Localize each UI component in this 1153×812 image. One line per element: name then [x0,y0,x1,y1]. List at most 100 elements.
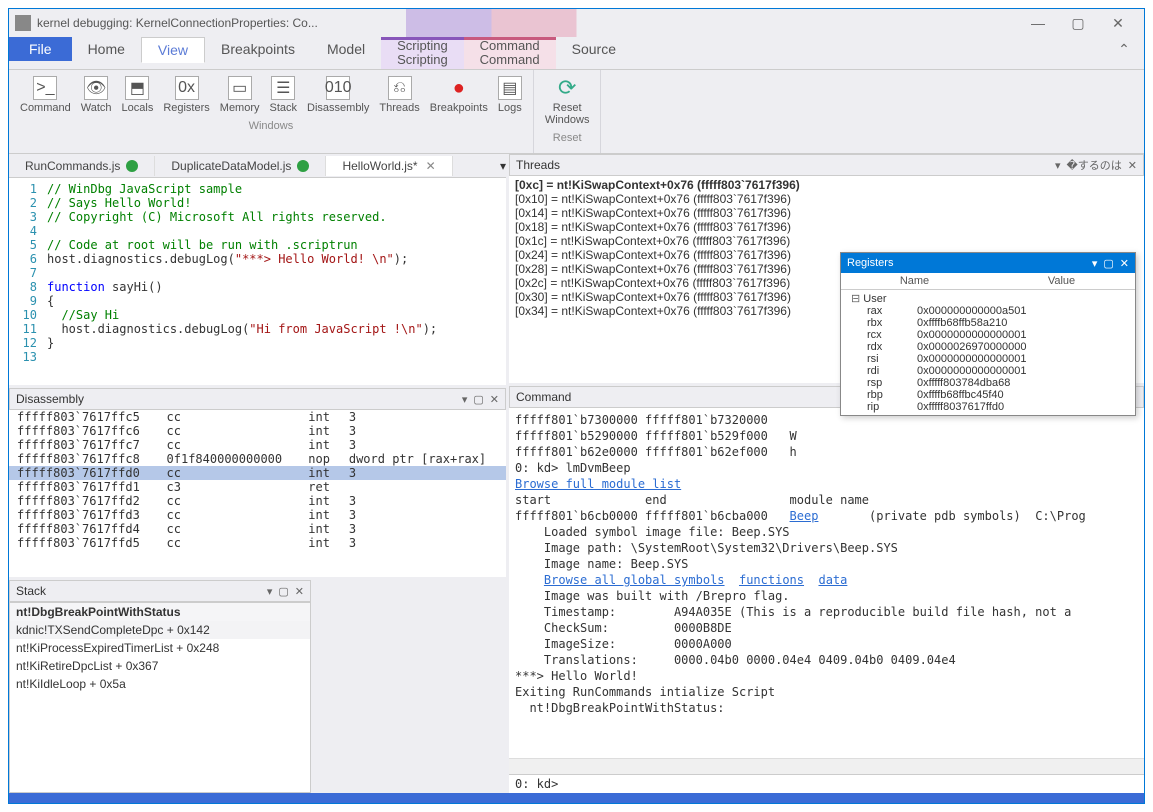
disassembly-row[interactable]: fffff803`7617ffd2ccint3 [9,494,506,508]
disassembly-title: Disassembly [16,392,84,406]
thread-row[interactable]: [0x10] = nt!KiSwapContext+0x76 (fffff803… [515,192,1138,206]
breakpoints-icon: ● [447,76,471,100]
ribbon-disassembly-button[interactable]: 010Disassembly [302,74,374,116]
register-row[interactable]: rbx0xffffb68ffb58a210 [845,317,1131,329]
command-hscroll[interactable] [509,758,1144,774]
threads-header[interactable]: Threads ▾�するのは✕ [509,154,1144,176]
ribbon-breakpoints-button[interactable]: ●Breakpoints [425,74,493,116]
registers-col-name: Name [841,273,988,289]
stack-title: Stack [16,584,46,598]
reset-icon: ⟳ [555,76,579,100]
registers-col-value: Value [988,273,1135,289]
disassembly-row[interactable]: fffff803`7617ffc6ccint3 [9,424,506,438]
tab-command[interactable]: CommandCommand [464,37,556,69]
ribbon-memory-button[interactable]: ▭Memory [215,74,265,116]
ribbon-watch-button[interactable]: 👁Watch [76,74,117,116]
stack-pane[interactable]: nt!DbgBreakPointWithStatuskdnic!TXSendCo… [9,602,311,793]
watch-icon: 👁 [84,76,108,100]
browse-symbols-link[interactable]: Browse all global symbols [544,573,725,587]
document-tab[interactable]: RunCommands.js [9,156,155,176]
ribbon-threads-button[interactable]: ⎌Threads [374,74,424,116]
stack-row[interactable]: nt!KiRetireDpcList + 0x367 [10,657,310,675]
reset-windows-button[interactable]: ⟳ Reset Windows [540,74,595,128]
stack-row[interactable]: kdnic!TXSendCompleteDpc + 0x142 [10,621,310,639]
menu-bar: File Home View Breakpoints Model Scripti… [9,37,1144,70]
disassembly-row[interactable]: fffff803`7617ffd4ccint3 [9,522,506,536]
stack-row[interactable]: nt!KiProcessExpiredTimerList + 0x248 [10,639,310,657]
thread-row[interactable]: [0x14] = nt!KiSwapContext+0x76 (fffff803… [515,206,1138,220]
status-ok-icon [126,160,138,172]
memory-icon: ▭ [228,76,252,100]
ribbon-group-reset-label: Reset [534,132,601,146]
browse-module-list-link[interactable]: Browse full module list [515,477,681,491]
register-row[interactable]: rip0xfffff8037617ffd0 [845,401,1131,413]
disassembly-row[interactable]: fffff803`7617ffd0ccint3 [9,466,506,480]
document-tabs: RunCommands.jsDuplicateDataModel.jsHello… [9,154,506,178]
logs-icon: ▤ [498,76,522,100]
disassembly-row[interactable]: fffff803`7617ffd1c3ret [9,480,506,494]
status-ok-icon [297,160,309,172]
thread-row[interactable]: [0x1c] = nt!KiSwapContext+0x76 (fffff803… [515,234,1138,248]
stack-row[interactable]: nt!DbgBreakPointWithStatus [10,603,310,621]
threads-title: Threads [516,158,560,172]
tab-breakpoints[interactable]: Breakpoints [205,37,311,61]
app-icon [15,15,31,31]
disassembly-row[interactable]: fffff803`7617ffd5ccint3 [9,536,506,550]
ribbon-group-windows-label: Windows [9,120,533,134]
tab-model[interactable]: Model [311,37,381,61]
functions-link[interactable]: functions [739,573,804,587]
registers-icon: 0x [175,76,199,100]
tab-source[interactable]: Source [556,37,632,61]
close-tab-icon[interactable]: ✕ [426,159,436,173]
registers-window[interactable]: Registers ▾▢✕ Name Value User rax0x00000… [840,252,1136,416]
disassembly-pane[interactable]: fffff803`7617ffc5ccint3fffff803`7617ffc6… [9,410,506,580]
register-row[interactable]: rcx0x0000000000000001 [845,329,1131,341]
ribbon-logs-button[interactable]: ▤Logs [493,74,527,116]
register-row[interactable]: rdi0x0000000000000001 [845,365,1131,377]
disassembly-row[interactable]: fffff803`7617ffc80f1f840000000000nopdwor… [9,452,506,466]
register-row[interactable]: rdx0x0000026970000000 [845,341,1131,353]
document-tab[interactable]: HelloWorld.js*✕ [326,156,452,176]
stack-header[interactable]: Stack ▾▢✕ [9,580,311,602]
registers-user-group[interactable]: User [845,292,1131,305]
disassembly-row[interactable]: fffff803`7617ffc5ccint3 [9,410,506,424]
command-input[interactable]: 0: kd> [509,774,1144,793]
thread-row[interactable]: [0x18] = nt!KiSwapContext+0x76 (fffff803… [515,220,1138,234]
title-bar: kernel debugging: KernelConnectionProper… [9,9,1144,37]
ribbon-stack-button[interactable]: ☰Stack [265,74,303,116]
ribbon-registers-button[interactable]: 0xRegisters [158,74,214,116]
thread-row[interactable]: [0xc] = nt!KiSwapContext+0x76 (fffff803`… [515,178,1138,192]
disassembly-icon: 010 [326,76,350,100]
status-bar [9,793,1144,803]
tab-dropdown-icon[interactable]: ▾ [500,159,506,173]
register-row[interactable]: rbp0xffffb68ffbc45f40 [845,389,1131,401]
close-button[interactable]: ✕ [1098,9,1138,37]
ribbon-locals-button[interactable]: ⬒Locals [117,74,159,116]
minimize-button[interactable]: — [1018,9,1058,37]
tab-scripting[interactable]: ScriptingScripting [381,37,464,69]
data-link[interactable]: data [818,573,847,587]
module-beep-link[interactable]: Beep [790,509,819,523]
tab-view[interactable]: View [141,37,205,63]
threads-icon: ⎌ [388,76,412,100]
maximize-button[interactable]: ▢ [1058,9,1098,37]
disassembly-row[interactable]: fffff803`7617ffc7ccint3 [9,438,506,452]
ribbon-command-button[interactable]: >_Command [15,74,76,116]
command-title: Command [516,390,571,404]
document-tab[interactable]: DuplicateDataModel.js [155,156,326,176]
disassembly-row[interactable]: fffff803`7617ffd3ccint3 [9,508,506,522]
stack-row[interactable]: nt!KiIdleLoop + 0x5a [10,675,310,693]
ribbon: >_Command👁Watch⬒Locals0xRegisters▭Memory… [9,70,1144,154]
collapse-ribbon-button[interactable]: ⌃ [1104,37,1144,61]
stack-icon: ☰ [271,76,295,100]
tab-home[interactable]: Home [72,37,141,61]
register-row[interactable]: rsi0x0000000000000001 [845,353,1131,365]
register-row[interactable]: rax0x000000000000a501 [845,305,1131,317]
command-pane: fffff801`b7300000 fffff801`b7320000 ffff… [509,408,1144,793]
code-editor[interactable]: 1// WinDbg JavaScript sample2// Says Hel… [9,178,506,388]
registers-title: Registers [847,257,893,269]
disassembly-header[interactable]: Disassembly ▾▢✕ [9,388,506,410]
register-row[interactable]: rsp0xfffff803784dba68 [845,377,1131,389]
tab-file[interactable]: File [9,37,72,61]
command-output[interactable]: fffff801`b7300000 fffff801`b7320000 ffff… [509,408,1144,758]
